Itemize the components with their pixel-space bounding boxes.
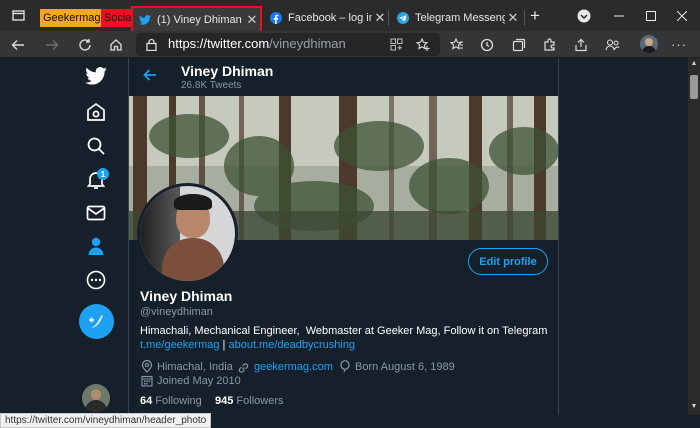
bio-link-about-me[interactable]: about.me/deadbycrushing: [228, 339, 355, 351]
compose-feather-icon: [88, 314, 103, 328]
explore-search-icon[interactable]: [82, 132, 110, 160]
calendar-icon: [141, 374, 153, 392]
forward-arrow-icon[interactable]: [40, 31, 64, 58]
profile-birthday: Born August 6, 1989: [355, 361, 455, 373]
profile-joined: Joined May 2010: [157, 375, 241, 387]
extensions-icon[interactable]: [538, 31, 562, 58]
messages-mail-icon[interactable]: [82, 199, 110, 227]
window-menu-icon[interactable]: [0, 0, 36, 31]
twitter-logo-icon[interactable]: [82, 62, 110, 90]
scrollbar-thumb[interactable]: [690, 75, 698, 99]
tweet-count: 26.8K Tweets: [181, 80, 242, 91]
birthday-balloon-icon: [339, 360, 351, 378]
profile-bio: Himachali, Mechanical Engineer, Webmaste…: [140, 325, 548, 337]
tab-close-icon[interactable]: ✕: [372, 10, 388, 26]
compose-tweet-button[interactable]: [79, 304, 114, 339]
scroll-down-icon[interactable]: ▼: [690, 403, 698, 413]
scrollbar[interactable]: [688, 58, 700, 415]
bio-separator: |: [222, 339, 226, 351]
profile-bio-links: t.me/geekermag | about.me/deadbycrushing: [140, 339, 355, 351]
favorites-icon[interactable]: [445, 31, 469, 58]
url-path: /vineydhiman: [269, 36, 346, 51]
tab-close-icon[interactable]: ✕: [244, 12, 260, 28]
profile-avatar[interactable]: [640, 35, 658, 53]
profile-location: Himachal, India: [157, 361, 233, 373]
followers-link[interactable]: 945 Followers: [215, 395, 284, 407]
tab-title: Telegram Messenger: [415, 11, 505, 24]
home-icon[interactable]: [82, 98, 110, 126]
status-bar-url: https://twitter.com/vineydhiman/header_p…: [0, 413, 212, 428]
notification-badge: 1: [97, 168, 109, 180]
telegram-favicon-icon: [391, 11, 415, 24]
twitter-favicon-icon: [133, 14, 157, 25]
scroll-up-icon[interactable]: ▲: [690, 60, 698, 70]
share-icon[interactable]: [569, 31, 593, 58]
new-tab-button[interactable]: +: [523, 0, 547, 31]
following-count: 64: [140, 395, 153, 407]
account-avatar[interactable]: [82, 384, 110, 412]
tab-divider: [388, 10, 389, 26]
tab-title: Facebook – log in or s: [288, 11, 372, 24]
tab-twitter[interactable]: (1) Viney Dhiman (@v ✕: [131, 6, 262, 31]
refresh-icon[interactable]: [73, 31, 97, 58]
profile-website[interactable]: geekermag.com: [254, 361, 333, 373]
people-icon[interactable]: [600, 31, 624, 58]
profile-display-name: Viney Dhiman: [140, 288, 233, 304]
header-name: Viney Dhiman: [181, 63, 274, 79]
maximize-icon[interactable]: [637, 0, 665, 31]
tab-actions-chevron-down-icon[interactable]: [572, 0, 596, 31]
bio-link-telegram[interactable]: t.me/geekermag: [140, 339, 219, 351]
history-icon[interactable]: [475, 31, 499, 58]
following-label: Following: [155, 395, 202, 407]
more-menu-icon[interactable]: ···: [667, 31, 691, 58]
more-options-icon[interactable]: [82, 266, 110, 294]
lock-icon[interactable]: [139, 31, 163, 58]
tab-telegram[interactable]: Telegram Messenger ✕: [391, 4, 521, 31]
following-link[interactable]: 64 Following: [140, 395, 202, 407]
add-favorite-icon[interactable]: [411, 31, 435, 58]
tab-title: (1) Viney Dhiman (@v: [157, 13, 244, 26]
back-arrow-icon[interactable]: [143, 68, 157, 87]
profile-photo[interactable]: [137, 183, 238, 284]
profile-person-icon[interactable]: [82, 232, 110, 260]
url-text: https://twitter.com/vineydhiman: [168, 36, 346, 51]
facebook-favicon-icon: [264, 11, 288, 24]
edit-profile-button[interactable]: Edit profile: [468, 248, 548, 275]
back-arrow-icon[interactable]: [6, 31, 30, 58]
followers-label: Followers: [236, 395, 284, 407]
minimize-icon[interactable]: [605, 0, 633, 31]
tab-group-geekermag[interactable]: Geekermag: [40, 9, 104, 27]
collections-icon[interactable]: [507, 31, 531, 58]
profile-handle: @vineydhiman: [140, 306, 213, 318]
app-available-icon[interactable]: [384, 31, 408, 58]
home-icon[interactable]: [104, 31, 128, 58]
tab-close-icon[interactable]: ✕: [505, 10, 521, 26]
tab-facebook[interactable]: Facebook – log in or s ✕: [264, 4, 388, 31]
followers-count: 945: [215, 395, 234, 407]
url-host: https://twitter.com: [168, 36, 270, 51]
column-divider: [558, 58, 559, 415]
close-window-icon[interactable]: [667, 0, 697, 31]
